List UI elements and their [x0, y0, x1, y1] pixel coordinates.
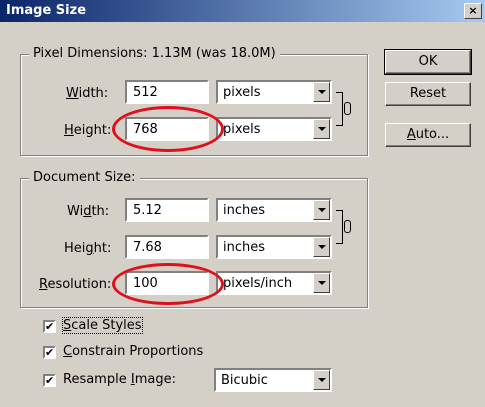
- resolution-input[interactable]: 100: [125, 271, 209, 295]
- doc-height-unit-value: inches: [223, 240, 266, 255]
- close-button[interactable]: ×: [464, 3, 482, 19]
- title-bar: Image Size ×: [0, 0, 485, 22]
- chevron-down-icon[interactable]: [313, 370, 330, 390]
- resample-image-checkbox[interactable]: ✔: [43, 374, 56, 387]
- pixel-width-unit-value: pixels: [223, 85, 261, 100]
- constrain-proportions-checkbox[interactable]: ✔: [43, 346, 56, 359]
- doc-height-input[interactable]: 7.68: [125, 235, 209, 259]
- doc-width-unit-value: inches: [223, 203, 266, 218]
- pixel-height-input[interactable]: 768: [125, 117, 209, 141]
- doc-height-unit-select[interactable]: inches: [216, 235, 332, 259]
- chevron-down-icon[interactable]: [313, 237, 330, 257]
- doc-height-label: Height:: [64, 241, 112, 256]
- resample-method-value: Bicubic: [221, 373, 268, 388]
- resample-method-select[interactable]: Bicubic: [214, 368, 332, 392]
- doc-width-label: Width:: [67, 204, 110, 219]
- ok-button[interactable]: OK: [384, 49, 472, 75]
- scale-styles-label: Scale Styles: [62, 317, 143, 334]
- window-title: Image Size: [6, 3, 87, 18]
- doc-width-unit-select[interactable]: inches: [216, 198, 332, 222]
- pixel-dimensions-legend: Pixel Dimensions: 1.13M (was 18.0M): [29, 46, 280, 61]
- scale-styles-checkbox[interactable]: ✔: [43, 320, 56, 333]
- reset-button[interactable]: Reset: [385, 82, 471, 106]
- chevron-down-icon[interactable]: [313, 82, 330, 102]
- document-size-legend: Document Size:: [29, 170, 140, 185]
- scale-styles-option[interactable]: ✔ Scale Styles: [43, 317, 163, 336]
- chevron-down-icon[interactable]: [313, 200, 330, 220]
- pixel-width-label: Width:: [66, 86, 109, 101]
- doc-width-input[interactable]: 5.12: [125, 198, 209, 222]
- chevron-down-icon[interactable]: [313, 273, 330, 293]
- pixel-height-label: Height:: [64, 123, 112, 138]
- resolution-unit-value: pixels/inch: [223, 276, 293, 291]
- resample-image-label: Resample Image:: [63, 372, 176, 387]
- chain-link-icon: [344, 220, 351, 233]
- pixel-height-unit-select[interactable]: pixels: [216, 117, 332, 141]
- chain-link-icon: [344, 102, 351, 115]
- resample-image-option[interactable]: ✔ Resample Image:: [43, 372, 213, 390]
- auto-button[interactable]: Auto...: [385, 123, 471, 147]
- resolution-unit-select[interactable]: pixels/inch: [216, 271, 332, 295]
- resolution-label: Resolution:: [39, 277, 112, 292]
- constrain-proportions-label: Constrain Proportions: [63, 344, 204, 359]
- pixel-height-unit-value: pixels: [223, 122, 261, 137]
- chevron-down-icon[interactable]: [313, 119, 330, 139]
- pixel-width-unit-select[interactable]: pixels: [216, 80, 332, 104]
- pixel-width-input[interactable]: 512: [125, 80, 209, 104]
- constrain-proportions-option[interactable]: ✔ Constrain Proportions: [43, 344, 243, 362]
